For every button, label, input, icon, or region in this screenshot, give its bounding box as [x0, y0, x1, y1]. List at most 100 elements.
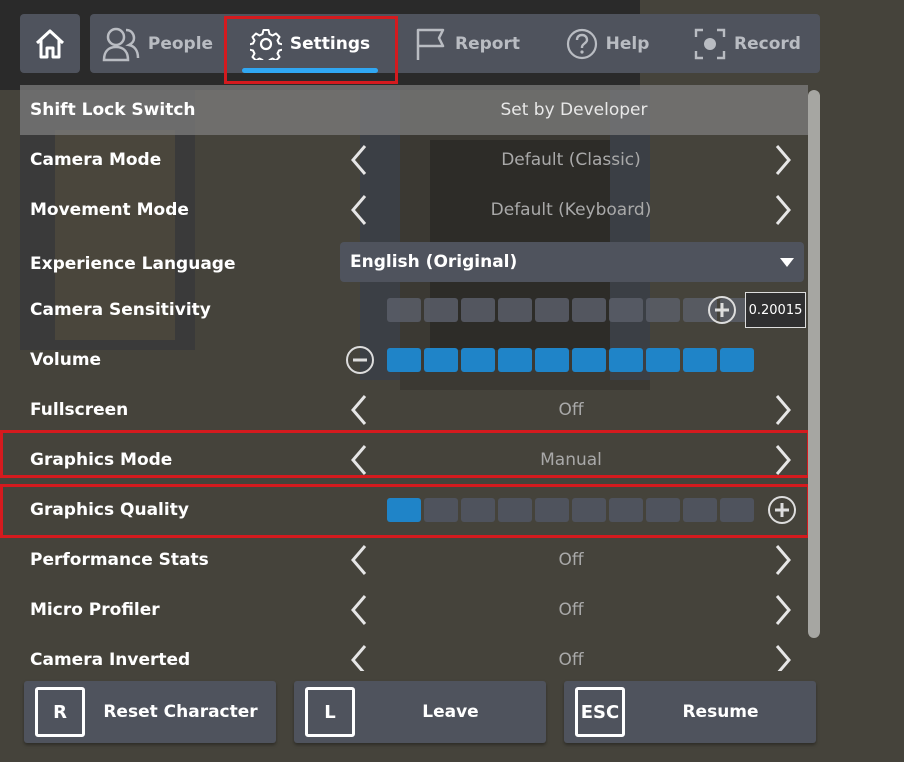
tab-report[interactable]: Report	[395, 14, 540, 73]
chevron-left-icon	[351, 595, 367, 625]
setting-label: Fullscreen	[30, 400, 129, 420]
graphics-quality-highlight	[0, 484, 810, 538]
button-label: Leave	[422, 702, 479, 722]
question-circle-icon	[566, 28, 597, 59]
leave-button[interactable]: L Leave	[294, 681, 546, 743]
resume-button[interactable]: ESC Resume	[564, 681, 816, 743]
setting-row-camera-sensitivity: Camera Sensitivity 0.20015	[20, 285, 808, 335]
slider-segment[interactable]	[498, 348, 532, 372]
slider-segment[interactable]	[535, 348, 569, 372]
slider-segment[interactable]	[387, 298, 421, 322]
setting-row-movement-mode: Movement Mode Default (Keyboard)	[20, 185, 808, 235]
next-option-button[interactable]	[770, 193, 796, 227]
button-label: Reset Character	[103, 702, 258, 722]
chevron-left-icon	[351, 545, 367, 575]
settings-list: Shift Lock Switch Set by Developer Camer…	[20, 85, 808, 671]
home-icon	[35, 29, 65, 58]
record-icon	[694, 28, 726, 59]
slider-segment[interactable]	[424, 298, 458, 322]
previous-option-button[interactable]	[346, 543, 372, 577]
setting-value: Default (Keyboard)	[490, 200, 652, 220]
volume-slider[interactable]	[387, 348, 754, 372]
chevron-right-icon	[775, 195, 791, 225]
settings-tab-highlight	[224, 16, 398, 84]
flag-icon	[416, 28, 445, 60]
slider-segment[interactable]	[646, 298, 680, 322]
setting-label: Experience Language	[30, 254, 236, 274]
graphics-mode-highlight	[0, 430, 810, 478]
camera-sensitivity-slider[interactable]	[387, 298, 754, 322]
key-hint: L	[305, 687, 355, 737]
chevron-right-icon	[775, 545, 791, 575]
tab-people[interactable]: People	[90, 14, 225, 73]
tab-help[interactable]: Help	[540, 14, 675, 73]
setting-label: Movement Mode	[30, 200, 189, 220]
next-option-button[interactable]	[770, 643, 796, 671]
chevron-left-icon	[351, 645, 367, 671]
setting-value: Off	[558, 650, 584, 670]
setting-row-experience-language: Experience Language English (Original)	[20, 235, 808, 285]
slider-segment[interactable]	[387, 348, 421, 372]
setting-row-volume: Volume	[20, 335, 808, 385]
increase-button[interactable]	[708, 296, 736, 324]
next-option-button[interactable]	[770, 543, 796, 577]
setting-row-camera-inverted: Camera Inverted Off	[20, 635, 808, 671]
slider-segment[interactable]	[461, 298, 495, 322]
plus-icon	[715, 303, 729, 317]
slider-segment[interactable]	[720, 348, 754, 372]
chevron-left-icon	[351, 145, 367, 175]
previous-option-button[interactable]	[346, 643, 372, 671]
chevron-right-icon	[775, 145, 791, 175]
slider-segment[interactable]	[609, 348, 643, 372]
key-hint: ESC	[575, 687, 625, 737]
setting-label: Camera Mode	[30, 150, 162, 170]
decrease-button[interactable]	[346, 346, 374, 374]
setting-value: Off	[558, 550, 584, 570]
setting-row-performance-stats: Performance Stats Off	[20, 535, 808, 585]
setting-row-shift-lock: Shift Lock Switch Set by Developer	[20, 85, 808, 135]
setting-value: Set by Developer	[500, 100, 648, 120]
slider-segment[interactable]	[572, 298, 606, 322]
setting-value: Off	[558, 600, 584, 620]
setting-value: Off	[558, 400, 584, 420]
tab-report-label: Report	[455, 33, 520, 54]
tab-people-label: People	[147, 33, 214, 54]
previous-option-button[interactable]	[346, 193, 372, 227]
setting-label: Camera Sensitivity	[30, 300, 211, 320]
chevron-left-icon	[351, 195, 367, 225]
next-option-button[interactable]	[770, 593, 796, 627]
setting-label: Performance Stats	[30, 550, 209, 570]
slider-segment[interactable]	[683, 348, 717, 372]
dropdown-value: English (Original)	[350, 252, 518, 272]
tab-help-label: Help	[605, 33, 650, 54]
next-option-button[interactable]	[770, 143, 796, 177]
button-label: Resume	[682, 702, 759, 722]
slider-segment[interactable]	[424, 348, 458, 372]
home-button[interactable]	[20, 14, 80, 73]
slider-segment[interactable]	[535, 298, 569, 322]
caret-down-icon	[780, 258, 794, 267]
reset-character-button[interactable]: R Reset Character	[24, 681, 276, 743]
chevron-right-icon	[775, 395, 791, 425]
camera-sensitivity-input[interactable]: 0.20015	[745, 292, 806, 328]
previous-option-button[interactable]	[346, 593, 372, 627]
minus-icon	[353, 358, 367, 362]
settings-menu: People Settings Report Help Record Shift…	[0, 0, 904, 762]
slider-segment[interactable]	[646, 348, 680, 372]
scrollbar[interactable]	[808, 90, 820, 638]
slider-segment[interactable]	[461, 348, 495, 372]
language-dropdown[interactable]: English (Original)	[340, 242, 804, 282]
previous-option-button[interactable]	[346, 143, 372, 177]
setting-label: Micro Profiler	[30, 600, 160, 620]
setting-value: Default (Classic)	[501, 150, 641, 170]
tab-record[interactable]: Record	[675, 14, 820, 73]
previous-option-button[interactable]	[346, 393, 372, 427]
slider-segment[interactable]	[572, 348, 606, 372]
chevron-right-icon	[775, 595, 791, 625]
setting-row-fullscreen: Fullscreen Off	[20, 385, 808, 435]
setting-label: Shift Lock Switch	[30, 100, 196, 120]
slider-segment[interactable]	[609, 298, 643, 322]
setting-row-micro-profiler: Micro Profiler Off	[20, 585, 808, 635]
next-option-button[interactable]	[770, 393, 796, 427]
slider-segment[interactable]	[498, 298, 532, 322]
